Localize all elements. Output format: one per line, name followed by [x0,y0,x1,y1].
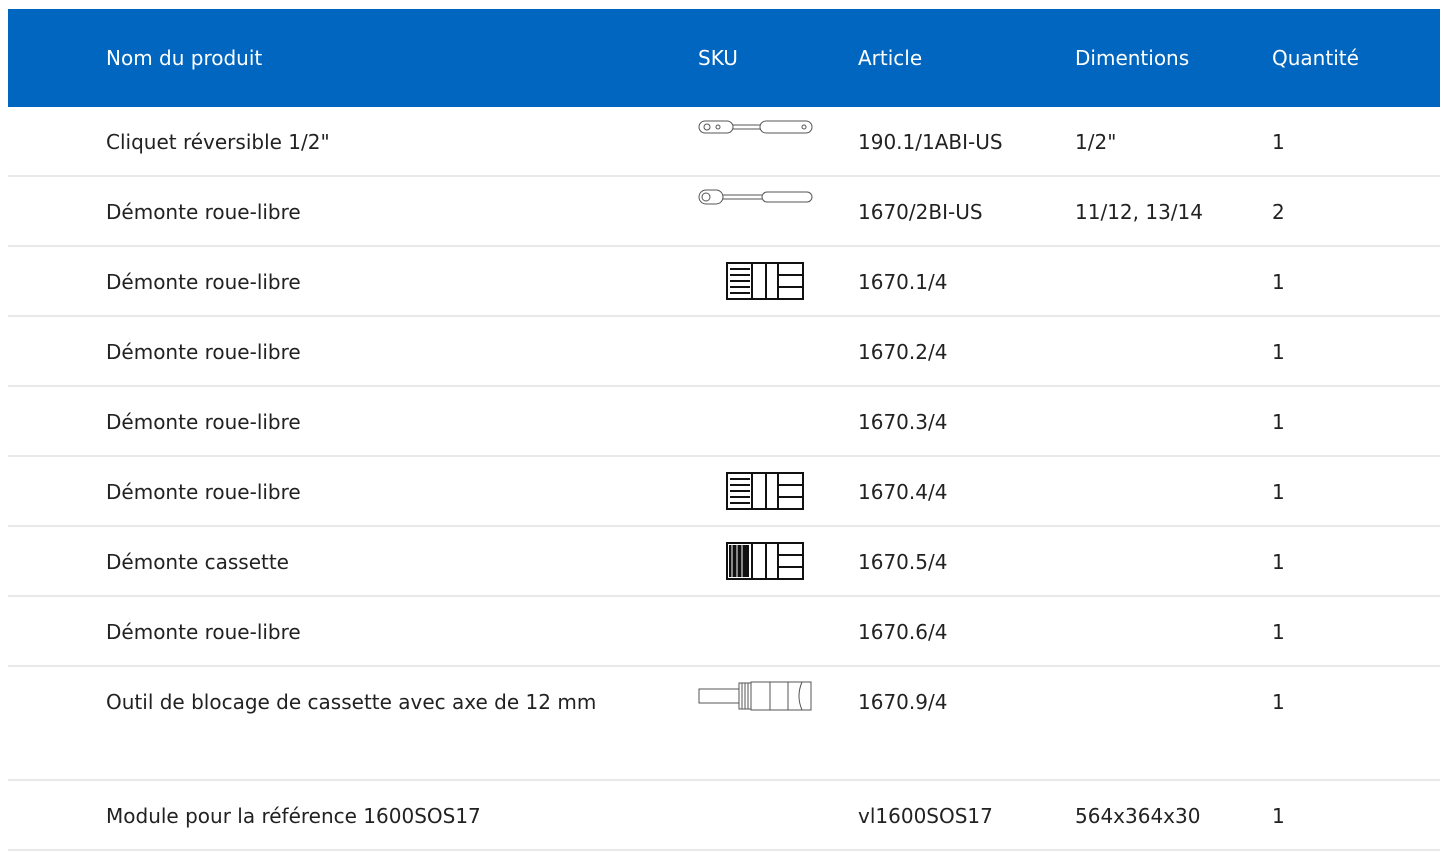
product-name: Module pour la référence 1600SOS17 [106,804,481,828]
quantity-value: 1 [1272,410,1285,434]
article-code: 1670.6/4 [858,620,948,644]
table-row: Démonte roue-libre 1670.2/4 1 [8,317,1440,387]
cassette-lockring-tool-icon [698,681,814,715]
article-code: 1670.9/4 [858,690,948,714]
cassette-tool-icon [726,541,804,581]
header-article: Article [858,46,923,70]
quantity-value: 1 [1272,620,1285,644]
header-product-name: Nom du produit [106,46,263,70]
article-code: 1670/2BI-US [858,200,983,224]
article-code: 1670.5/4 [858,550,948,574]
product-name: Démonte roue-libre [106,340,301,364]
quantity-value: 1 [1272,270,1285,294]
quantity-value: 1 [1272,690,1285,714]
quantity-value: 1 [1272,340,1285,364]
product-name: Cliquet réversible 1/2" [106,130,330,154]
product-name: Démonte roue-libre [106,480,301,504]
ratchet-icon [698,189,814,205]
dimensions-value: 11/12, 13/14 [1075,200,1203,224]
table-row: Démonte roue-libre 1670.3/4 1 [8,387,1440,457]
product-table: Nom du produit SKU Article Dimentions Qu… [8,9,1440,851]
article-code: 1670.3/4 [858,410,948,434]
article-code: 1670.2/4 [858,340,948,364]
dimensions-value: 1/2" [1075,130,1117,154]
dimensions-value: 564x364x30 [1075,804,1201,828]
header-sku: SKU [698,46,738,70]
table-row: Démonte roue-libre 1670/2BI-US 11/12, 13… [8,177,1440,247]
table-row: Démonte roue-libre 1670.4/4 1 [8,457,1440,527]
freewheel-tool-icon [726,471,804,511]
product-name: Outil de blocage de cassette avec axe de… [106,690,597,714]
table-row: Cliquet réversible 1/2" 190.1/1ABI-US 1/… [8,107,1440,177]
article-code: vl1600SOS17 [858,804,993,828]
table-row: Démonte roue-libre 1670.1/4 1 [8,247,1440,317]
freewheel-tool-icon [726,261,804,301]
quantity-value: 1 [1272,130,1285,154]
ratchet-icon [698,119,814,135]
product-name: Démonte roue-libre [106,270,301,294]
article-code: 1670.4/4 [858,480,948,504]
table-row: Démonte cassette 1670.5/4 1 [8,527,1440,597]
quantity-value: 1 [1272,480,1285,504]
product-name: Démonte roue-libre [106,410,301,434]
quantity-value: 1 [1272,550,1285,574]
article-code: 1670.1/4 [858,270,948,294]
product-name: Démonte cassette [106,550,289,574]
table-row: Démonte roue-libre 1670.6/4 1 [8,597,1440,667]
table-row: Module pour la référence 1600SOS17 vl160… [8,781,1440,851]
table-header: Nom du produit SKU Article Dimentions Qu… [8,9,1440,107]
quantity-value: 2 [1272,200,1285,224]
header-dimensions: Dimentions [1075,46,1190,70]
quantity-value: 1 [1272,804,1285,828]
article-code: 190.1/1ABI-US [858,130,1003,154]
product-name: Démonte roue-libre [106,200,301,224]
product-name: Démonte roue-libre [106,620,301,644]
table-row: Outil de blocage de cassette avec axe de… [8,667,1440,781]
header-quantity: Quantité [1272,46,1359,70]
